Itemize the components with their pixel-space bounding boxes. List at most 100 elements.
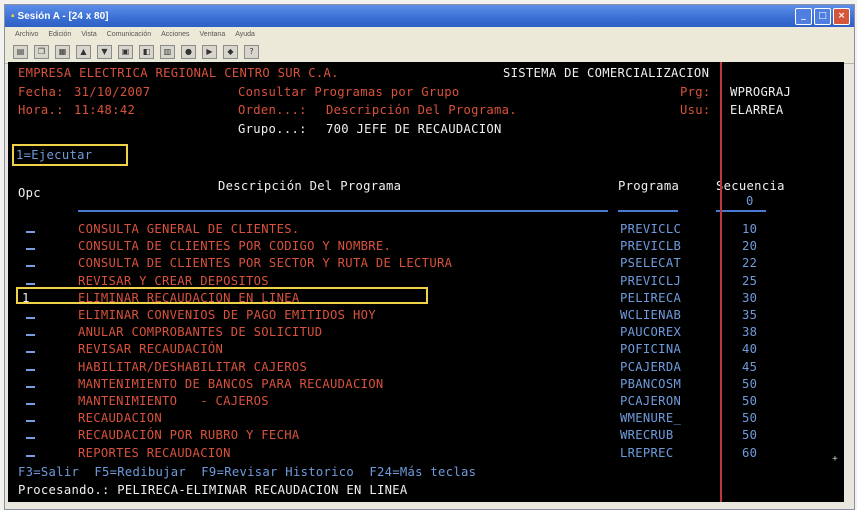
orden-label: Orden...: [238, 103, 307, 117]
record-icon[interactable]: ● [181, 45, 196, 59]
more-indicator: + [832, 454, 838, 464]
window-controls: _ □ × [795, 8, 850, 25]
window-title: Sesión A - [24 x 80] [17, 10, 109, 22]
paste-icon[interactable]: ▦ [55, 45, 70, 59]
secuencia-position-input[interactable]: 0 [746, 194, 754, 209]
terminal-screen[interactable]: EMPRESA ELECTRICA REGIONAL CENTRO SUR C.… [8, 62, 844, 502]
menu-ventana[interactable]: Ventana [200, 31, 226, 38]
menu-vista[interactable]: Vista [81, 31, 96, 38]
row-secuencia: 10 [742, 222, 758, 236]
row-descripcion: CONSULTA GENERAL DE CLIENTES. [78, 222, 300, 236]
minimize-button[interactable]: _ [795, 8, 812, 25]
row-opc-field-marker [26, 248, 35, 250]
close-button[interactable]: × [833, 8, 850, 25]
fecha-label: Fecha: [18, 85, 64, 99]
row-secuencia: 45 [742, 360, 758, 374]
row-programa: PCAJERON [620, 394, 682, 408]
fecha-value: 31/10/2007 [74, 85, 151, 99]
row-secuencia: 40 [742, 342, 758, 356]
secuencia-underline [716, 210, 766, 212]
print-icon[interactable]: ▤ [13, 45, 28, 59]
row-programa: WCLIENAB [620, 308, 682, 322]
col-secuencia-header: Secuencia [716, 179, 785, 193]
company-name: EMPRESA ELECTRICA REGIONAL CENTRO SUR C.… [18, 66, 339, 80]
row-programa: PCAJERDA [620, 360, 682, 374]
row-opc-field-marker [26, 317, 35, 319]
title-bar[interactable]: ▪ Sesión A - [24 x 80] _ □ × [5, 5, 854, 27]
row-descripcion: CONSULTA DE CLIENTES POR SECTOR Y RUTA D… [78, 256, 453, 270]
row-programa: WRECRUB [620, 428, 674, 442]
col-opc-header: Opc [18, 186, 41, 200]
row-secuencia: 38 [742, 325, 758, 339]
menu-bar: Archivo Edición Vista Comunicación Accio… [5, 27, 854, 41]
row-opc-field-marker [26, 334, 35, 336]
grupo-label: Grupo...: [238, 122, 307, 136]
col-descripcion-header: Descripción Del Programa [218, 179, 402, 193]
row-opc-field-marker [26, 455, 35, 457]
menu-edicion[interactable]: Edición [48, 31, 71, 38]
orden-value[interactable]: Descripción Del Programa. [326, 103, 517, 118]
copy-icon[interactable]: ❐ [34, 45, 49, 59]
hora-label: Hora.: [18, 103, 64, 117]
menu-acciones[interactable]: Acciones [161, 31, 189, 38]
selected-row-highlight [16, 287, 428, 304]
send-icon[interactable]: ▲ [76, 45, 91, 59]
row-programa: PREVICLJ [620, 274, 682, 288]
col-programa-header: Programa [618, 179, 680, 193]
menu-archivo[interactable]: Archivo [15, 31, 38, 38]
receive-icon[interactable]: ▼ [97, 45, 112, 59]
row-secuencia: 50 [742, 428, 758, 442]
row-descripcion: CONSULTA DE CLIENTES POR CODIGO Y NOMBRE… [78, 239, 392, 253]
row-opc-field-marker [26, 386, 35, 388]
display-icon[interactable]: ▣ [118, 45, 133, 59]
row-programa: PREVICLC [620, 222, 682, 236]
usu-label: Usu: [680, 103, 711, 117]
row-secuencia: 25 [742, 274, 758, 288]
row-programa: PELIRECA [620, 291, 682, 305]
row-descripcion: MANTENIMIENTO DE BANCOS PARA RECAUDACION [78, 377, 384, 391]
row-opc-field-marker [26, 351, 35, 353]
row-opc-field-marker [26, 420, 35, 422]
row-descripcion: REVISAR RECAUDACIÓN [78, 342, 224, 356]
row-secuencia: 50 [742, 394, 758, 408]
column-boundary-line [720, 62, 722, 502]
system-name: SISTEMA DE COMERCIALIZACION [503, 66, 710, 80]
prg-label: Prg: [680, 85, 711, 99]
row-descripcion: ANULAR COMPROBANTES DE SOLICITUD [78, 325, 323, 339]
function-keys[interactable]: F3=Salir F5=Redibujar F9=Revisar Histori… [18, 465, 476, 480]
row-programa: PREVICLB [620, 239, 682, 253]
row-programa: PSELECAT [620, 256, 682, 270]
row-programa: LREPREC [620, 446, 674, 460]
row-opc-field-marker [26, 283, 35, 285]
maximize-button[interactable]: □ [814, 8, 831, 25]
help-icon[interactable]: ? [244, 45, 259, 59]
row-descripcion: RECAUDACION [78, 411, 163, 425]
row-opc-field-marker [26, 437, 35, 439]
row-secuencia: 22 [742, 256, 758, 270]
menu-comunicacion[interactable]: Comunicación [107, 31, 151, 38]
macro-icon[interactable]: ◆ [223, 45, 238, 59]
session-icon: ▪ [11, 10, 15, 22]
screen-title: Consultar Programas por Grupo [238, 85, 460, 99]
menu-ayuda[interactable]: Ayuda [235, 31, 255, 38]
row-programa: PAUCOREX [620, 325, 682, 339]
row-secuencia: 60 [742, 446, 758, 460]
row-opc-field-marker [26, 231, 35, 233]
row-programa: WMENURE_ [620, 411, 682, 425]
row-secuencia: 20 [742, 239, 758, 253]
row-secuencia: 50 [742, 411, 758, 425]
map-icon[interactable]: ▥ [160, 45, 175, 59]
row-descripcion: MANTENIMIENTO - CAJEROS [78, 394, 269, 408]
row-descripcion: HABILITAR/DESHABILITAR CAJEROS [78, 360, 308, 374]
row-secuencia: 30 [742, 291, 758, 305]
hora-value: 11:48:42 [74, 103, 136, 117]
prg-value: WPROGRAJ [730, 85, 792, 99]
color-icon[interactable]: ◧ [139, 45, 154, 59]
usu-value: ELARREA [730, 103, 784, 117]
row-programa: PBANCOSM [620, 377, 682, 391]
row-opc-field-marker [26, 403, 35, 405]
grupo-value: 700 JEFE DE RECAUDACION [326, 122, 502, 136]
play-icon[interactable]: ▶ [202, 45, 217, 59]
row-secuencia: 50 [742, 377, 758, 391]
row-descripcion: ELIMINAR CONVENIOS DE PAGO EMITIDOS HOY [78, 308, 376, 322]
